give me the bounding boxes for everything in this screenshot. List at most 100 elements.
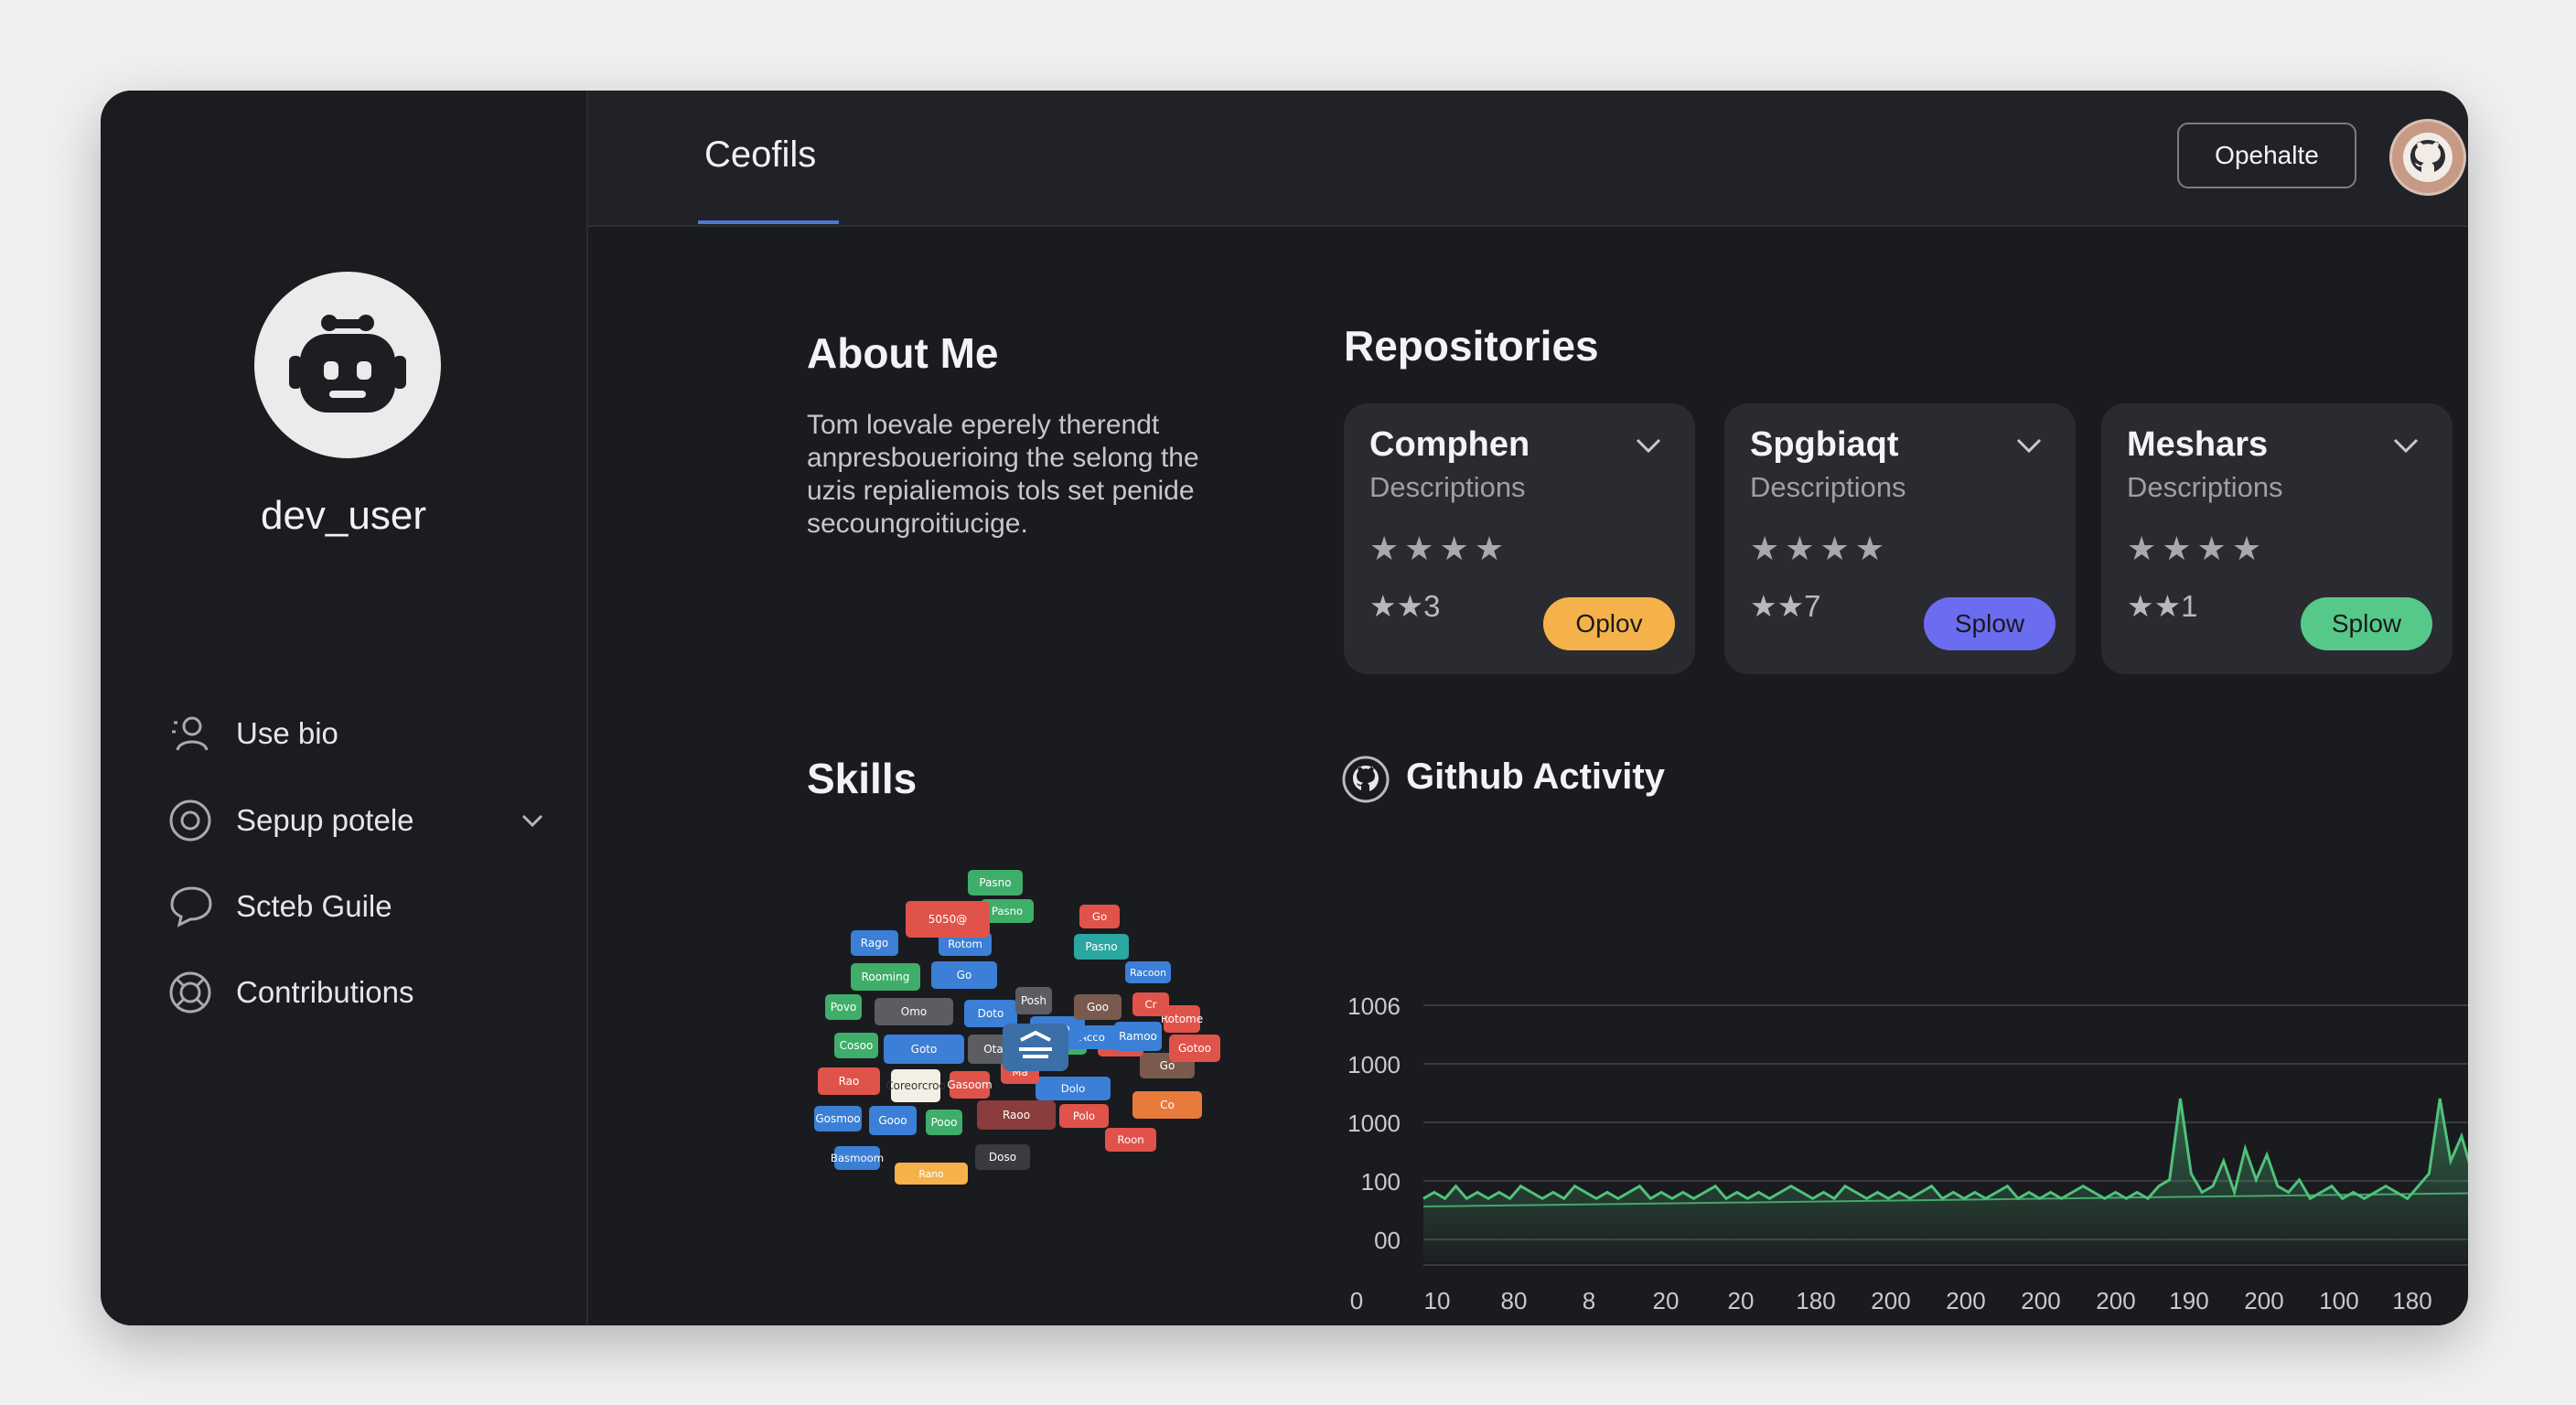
skill-tag-label: Racoon [1130,967,1166,979]
skill-tag-label: Ramoo [1119,1030,1157,1043]
chevron-down-icon[interactable] [2015,436,2043,455]
x-tick-label: 80 [1501,1287,1528,1314]
x-tick-label: 200 [1871,1287,1910,1314]
x-tick-label: 200 [2021,1287,2060,1314]
skill-tag-label: Doto [978,1007,1004,1020]
y-tick-label: 00 [1374,1227,1401,1254]
skill-tag[interactable]: Goo [1074,994,1122,1020]
top-action-button[interactable]: Opehalte [2177,123,2356,188]
activity-chart: 100610001000100000 10 80 8 20 20 180 200 200 200 2… [1347,992,2468,1314]
top-bar: Ceofils Opehalte [588,91,2468,227]
github-icon [2403,133,2453,182]
skill-tag-label: Gosmoo [815,1112,860,1125]
avatar[interactable] [254,272,441,458]
skill-tag[interactable]: Go [1079,905,1120,928]
repo-card[interactable]: Meshars Descriptions ★★★★ ★★1 Splow [2101,403,2453,674]
repo-card[interactable]: Comphen Descriptions ★★★★ ★★3 Oplov [1344,403,1695,674]
skill-tag[interactable]: Doso [975,1144,1030,1170]
skill-tag-label: Co [1160,1099,1175,1111]
star-count: ★★3 [1369,589,1441,623]
star-rating: ★★★★ [2127,530,2268,567]
repo-description: Descriptions [2127,471,2283,503]
skill-tag[interactable]: Go [931,961,997,989]
repo-action-button[interactable]: Splow [1924,597,2055,650]
skill-tag[interactable]: Rooming [851,963,920,991]
skill-tag[interactable]: Pooo [926,1110,962,1135]
x-tick-label: 190 [2169,1287,2208,1314]
chevron-down-icon[interactable] [516,804,549,837]
about-line: secoungroitiucige. [807,509,1028,539]
sidebar-item-contributions[interactable]: Contributions [165,963,549,1022]
skill-tag[interactable]: Racoon [1125,961,1171,983]
chevron-down-icon[interactable] [1635,436,1662,455]
x-tick-label: 200 [1946,1287,1985,1314]
skill-tag-label: Povo [831,1001,857,1014]
sidebar-item-setup[interactable]: Sepup potele [165,791,549,850]
about-text: Tom loevale eperely therendt anpresbouer… [807,409,1264,541]
repo-action-button[interactable]: Oplov [1543,597,1675,650]
skill-tag[interactable]: Doto [964,1000,1017,1027]
skill-tag[interactable]: Povo [825,994,862,1020]
main-content: Ceofils Opehalte About Me Tom loevale ep… [588,91,2468,1325]
skill-tag[interactable]: Goto [884,1035,964,1064]
skill-tag-label: Rooming [862,971,910,983]
y-tick-label: 1000 [1347,1051,1401,1078]
skill-tag[interactable]: Posh [1015,987,1052,1014]
skill-tag[interactable]: Gooo [869,1106,917,1135]
skill-tag[interactable]: Pasno [1074,934,1129,960]
skill-tag[interactable]: Raoo [977,1100,1056,1130]
skill-tag[interactable]: Coreorcroo [886,1069,946,1102]
skill-tag[interactable]: Basmoom [831,1146,884,1170]
y-tick-label: 1006 [1347,992,1401,1020]
sidebar-item-label: Use bio [236,716,338,750]
robot-icon [289,315,406,413]
repo-description: Descriptions [1369,471,1526,503]
skill-tag-label: Rao [839,1075,860,1088]
skill-tag-label: Pasno [1085,940,1117,953]
y-tick-label: 1000 [1347,1110,1401,1137]
activity-title: Github Activity [1406,756,1665,797]
skill-tag[interactable]: Cosoo [834,1033,878,1058]
skill-tag[interactable]: Dolo [1036,1077,1111,1100]
sidebar-item-chat[interactable]: Scteb Guile [165,877,549,936]
skill-tag-label: Pooo [931,1116,958,1129]
repo-name[interactable]: Spgbiaqt [1750,425,1899,465]
skill-tag[interactable]: Omo [875,998,953,1025]
skill-tag[interactable]: Gasoom [947,1071,993,1099]
skill-tag[interactable]: Ramoo [1114,1022,1162,1051]
skills-title: Skills [807,755,918,802]
skill-tag-label: Rotom [948,938,982,950]
tab-profile[interactable]: Ceofils [704,134,816,176]
skill-tag[interactable]: Polo [1059,1104,1109,1128]
skill-tag[interactable]: Co [1132,1091,1202,1119]
skill-tag-label: Rano [918,1168,944,1180]
skill-tag[interactable]: Rago [851,930,898,956]
user-avatar-button[interactable] [2389,119,2466,196]
x-tick-label: 10 [1424,1287,1451,1314]
skill-tag-label: Rago [861,937,888,949]
lifebuoy-icon [169,971,211,1014]
skill-tag[interactable]: Pasno [968,870,1023,896]
skill-tag[interactable]: Rano [895,1163,968,1185]
skill-tag[interactable]: Roon [1105,1128,1156,1152]
skill-tag[interactable]: Gotoo [1169,1035,1220,1062]
username: dev_user [260,493,426,538]
repo-card[interactable]: Spgbiaqt Descriptions ★★★★ ★★7 Splow [1724,403,2076,674]
repo-action-button[interactable]: Splow [2301,597,2432,650]
repo-name[interactable]: Comphen [1369,425,1530,465]
skill-tag[interactable]: Gosmoo [814,1106,862,1132]
skill-tag[interactable]: 5050@ [906,901,990,938]
sidebar-item-bio[interactable]: Use bio [165,704,549,763]
skill-tag[interactable]: Cr [1132,992,1169,1016]
chevron-down-icon[interactable] [2392,436,2420,455]
repo-name[interactable]: Meshars [2127,425,2268,465]
skill-tag-label: Go [1092,910,1107,923]
skill-tag[interactable]: Rao [818,1067,880,1095]
x-tick-label: 200 [2096,1287,2135,1314]
skill-tag-label: Roon [1117,1133,1143,1146]
skill-tag-label: Gasoom [947,1078,992,1091]
star-count: ★★1 [2127,589,2198,623]
skill-tag-label: Go [957,969,972,981]
y-tick-label: 100 [1361,1168,1401,1196]
github-icon [1342,756,1390,803]
